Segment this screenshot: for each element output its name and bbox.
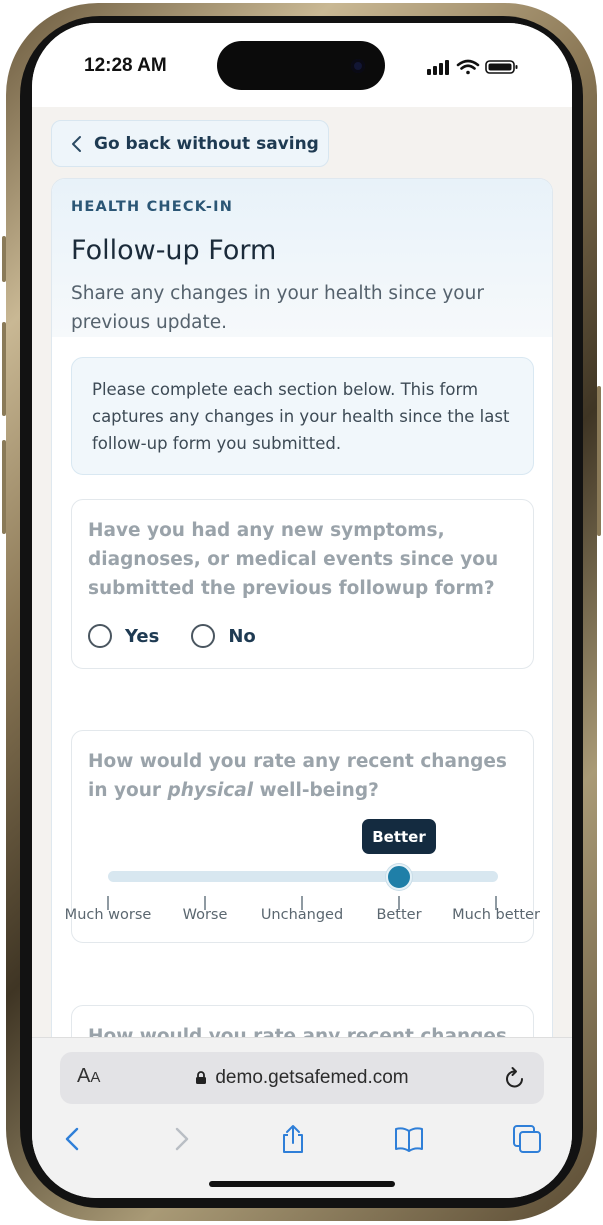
form-eyebrow: HEALTH CHECK-IN	[71, 199, 234, 215]
slider-thumb[interactable]	[386, 864, 412, 890]
battery-icon	[485, 60, 518, 74]
go-back-label: Go back without saving	[94, 133, 319, 154]
url-display[interactable]: demo.getsafemed.com	[60, 1067, 544, 1089]
question-text: Have you had any new symptoms, diagnoses…	[88, 520, 499, 599]
radio-group: Yes No	[88, 624, 288, 648]
question-text: How would you rate any recent changes in…	[88, 747, 508, 805]
slider-track[interactable]	[108, 871, 498, 882]
back-icon[interactable]	[58, 1124, 88, 1154]
radio-circle[interactable]	[191, 624, 216, 648]
bookmarks-icon[interactable]	[394, 1124, 424, 1154]
question-card-physical: How would you rate any recent changes in…	[65, 730, 540, 943]
slider-label-better[interactable]: Better	[376, 907, 421, 923]
page-subtitle: Share any changes in your health since y…	[71, 283, 484, 333]
tabs-icon[interactable]	[512, 1124, 542, 1154]
status-time: 12:28 AM	[84, 55, 167, 76]
forward-icon[interactable]	[166, 1124, 196, 1154]
go-back-button[interactable]: Go back without saving	[51, 120, 329, 167]
radio-no[interactable]: No	[191, 624, 256, 648]
question-text-part: well-being?	[253, 780, 379, 801]
radio-circle[interactable]	[88, 624, 112, 648]
status-bar: 12:28 AM	[32, 23, 572, 107]
screen: 12:28 AM Go back without saving HEALTH C…	[32, 23, 572, 1198]
power-button	[597, 386, 601, 536]
info-box: Please complete each section below. This…	[71, 357, 534, 475]
url-text: demo.getsafemed.com	[215, 1067, 409, 1088]
radio-yes[interactable]: Yes	[88, 624, 159, 648]
radio-label: No	[228, 625, 256, 647]
address-bar[interactable]: AA demo.getsafemed.com	[60, 1052, 544, 1104]
wifi-icon	[456, 59, 480, 75]
camera-icon	[351, 59, 365, 73]
status-icons	[427, 59, 518, 75]
slider-label-unchanged[interactable]: Unchanged	[261, 907, 343, 923]
mute-switch	[2, 236, 6, 282]
question-card-new-symptoms: Have you had any new symptoms, diagnoses…	[71, 499, 534, 669]
slider-label-worse[interactable]: Worse	[183, 907, 228, 923]
home-indicator[interactable]	[209, 1181, 395, 1187]
page-title: Follow-up Form	[71, 235, 277, 266]
slider-label-much-worse[interactable]: Much worse	[65, 907, 152, 923]
share-icon[interactable]	[278, 1124, 308, 1154]
volume-up-button	[2, 322, 6, 416]
form-card: HEALTH CHECK-IN Follow-up Form Share any…	[51, 178, 553, 1078]
lock-icon	[196, 1071, 207, 1084]
question-emphasis: physical	[167, 780, 254, 801]
signal-icon	[427, 60, 449, 75]
reload-icon[interactable]	[504, 1066, 526, 1090]
slider-value-tooltip: Better	[362, 819, 436, 854]
slider-label-much-better[interactable]: Much better	[452, 907, 540, 923]
browser-toolbar: AA demo.getsafemed.com	[32, 1037, 572, 1198]
volume-down-button	[2, 440, 6, 534]
dynamic-island	[217, 41, 385, 90]
form-header: HEALTH CHECK-IN Follow-up Form Share any…	[52, 179, 552, 337]
chevron-left-icon	[72, 135, 81, 152]
radio-label: Yes	[125, 625, 160, 647]
